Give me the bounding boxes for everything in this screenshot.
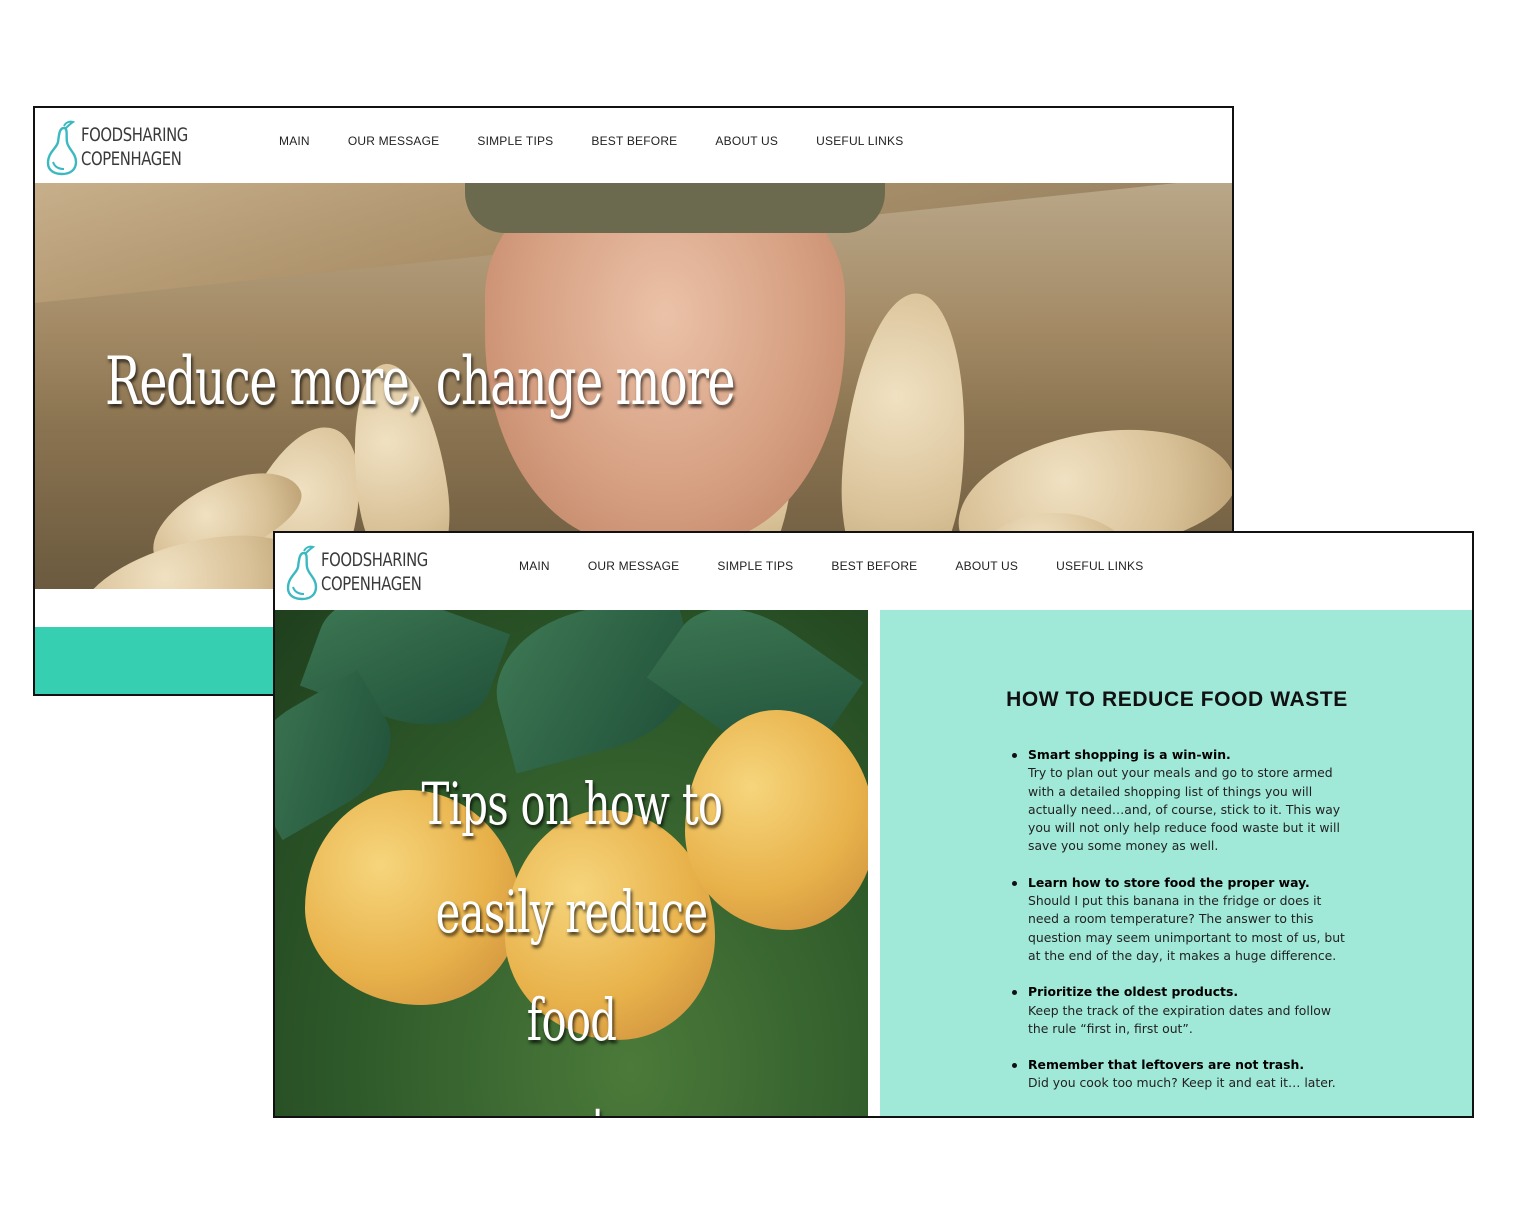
tip-text: Did you cook too much? Keep it and eat i… [1028,1075,1336,1091]
list-item: Prioritize the oldest products. Keep the… [1010,983,1350,1038]
tip-heading: Prioritize the oldest products. [1028,984,1239,1000]
panel-title: HOW TO REDUCE FOOD WASTE [1006,688,1348,711]
nav-our-message[interactable]: OUR MESSAGE [348,134,440,148]
hero-title: Reduce more, change more [105,343,736,420]
pear-logo-icon [46,120,78,176]
nav-main[interactable]: MAIN [279,134,310,148]
site-logo[interactable]: FOODSHARING COPENHAGEN [45,120,195,176]
list-item: Smart shopping is a win-win. Try to plan… [1010,746,1350,856]
nav-about-us[interactable]: ABOUT US [715,134,778,148]
main-menu: MAIN OUR MESSAGE SIMPLE TIPS BEST BEFORE… [519,559,1181,573]
nav-simple-tips[interactable]: SIMPLE TIPS [477,134,553,148]
nav-best-before[interactable]: BEST BEFORE [831,559,917,573]
tips-page-screenshot: FOODSHARING COPENHAGEN MAIN OUR MESSAGE … [273,531,1474,1118]
logo-line-1: FOODSHARING [321,549,428,571]
nav-best-before[interactable]: BEST BEFORE [591,134,677,148]
tip-text: Should I put this banana in the fridge o… [1028,893,1345,963]
hero-title-line: Tips on how to [421,770,723,838]
tip-text: Try to plan out your meals and go to sto… [1028,765,1341,854]
logo-line-2: COPENHAGEN [81,148,182,170]
list-item: Learn how to store food the proper way. … [1010,874,1350,965]
nav-useful-links[interactable]: USEFUL LINKS [1056,559,1143,573]
tip-heading: Learn how to store food the proper way. [1028,874,1310,890]
nav-main[interactable]: MAIN [519,559,550,573]
site-logo[interactable]: FOODSHARING COPENHAGEN [285,545,435,601]
sleeve [465,183,885,233]
nav-about-us[interactable]: ABOUT US [955,559,1018,573]
hero-title-line: waste [512,1074,633,1116]
tip-heading: Remember that leftovers are not trash. [1028,1057,1305,1073]
list-item: Remember that leftovers are not trash. D… [1010,1056,1350,1093]
logo-line-2: COPENHAGEN [321,573,422,595]
hero-title-line: easily reduce food [435,878,708,1054]
pear-logo-icon [286,545,318,601]
tips-panel: HOW TO REDUCE FOOD WASTE Smart shopping … [880,610,1472,1116]
tip-heading: Smart shopping is a win-win. [1028,747,1231,762]
nav-simple-tips[interactable]: SIMPLE TIPS [717,559,793,573]
hero-title: Tips on how to easily reduce food waste [315,750,828,1116]
nav-our-message[interactable]: OUR MESSAGE [588,559,680,573]
hero-image-quinces: Tips on how to easily reduce food waste [275,610,868,1116]
tips-list: Smart shopping is a win-win. Try to plan… [1010,746,1350,1111]
main-menu: MAIN OUR MESSAGE SIMPLE TIPS BEST BEFORE… [279,134,941,148]
top-navbar: FOODSHARING COPENHAGEN MAIN OUR MESSAGE … [275,533,1472,608]
tip-text: Keep the track of the expiration dates a… [1028,1002,1331,1036]
hero-image-parsnips: Reduce more, change more [35,183,1232,589]
top-navbar: FOODSHARING COPENHAGEN MAIN OUR MESSAGE … [35,108,1232,183]
logo-line-1: FOODSHARING [81,124,188,146]
nav-useful-links[interactable]: USEFUL LINKS [816,134,903,148]
